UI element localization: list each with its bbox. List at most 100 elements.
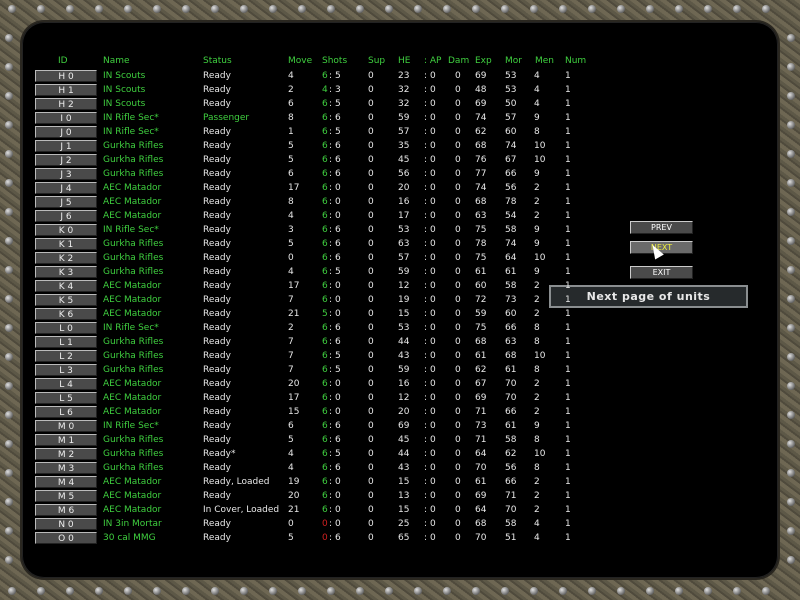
rivet-icon: [588, 5, 596, 13]
unit-move: 2: [288, 85, 294, 95]
unit-id-button[interactable]: M 0: [35, 420, 97, 432]
unit-id-button[interactable]: J 2: [35, 154, 97, 166]
unit-id-button[interactable]: J 4: [35, 182, 97, 194]
unit-id-button[interactable]: M 5: [35, 490, 97, 502]
unit-men: 9: [534, 421, 540, 431]
shots-separator: :: [329, 169, 333, 179]
unit-id-button[interactable]: J 0: [35, 126, 97, 138]
unit-id-button[interactable]: K 4: [35, 280, 97, 292]
unit-shots-fired: 6: [322, 71, 328, 81]
tooltip: Next page of units: [549, 285, 748, 308]
unit-name: IN Rifle Sec*: [103, 421, 159, 431]
unit-id-button[interactable]: M 3: [35, 462, 97, 474]
unit-he: 57: [398, 253, 410, 263]
unit-id-button[interactable]: H 2: [35, 98, 97, 110]
unit-ap: 0: [430, 449, 436, 459]
unit-id-button[interactable]: K 6: [35, 308, 97, 320]
unit-sup: 0: [368, 155, 374, 165]
unit-name: Gurkha Rifles: [103, 337, 164, 347]
unit-id-button[interactable]: N 0: [35, 518, 97, 530]
unit-status: Ready, Loaded: [203, 477, 270, 487]
unit-move: 0: [288, 519, 294, 529]
unit-he: 13: [398, 491, 410, 501]
shots-separator: :: [329, 225, 333, 235]
rivet-icon: [5, 208, 13, 216]
ap-separator: :: [424, 169, 428, 179]
header-id: ID: [58, 56, 68, 66]
unit-id-button[interactable]: K 0: [35, 224, 97, 236]
unit-he: 43: [398, 351, 410, 361]
unit-ap: 0: [430, 99, 436, 109]
ap-separator: :: [424, 309, 428, 319]
unit-shots-max: 6: [335, 239, 341, 249]
rivet-icon: [385, 5, 393, 13]
unit-id-button[interactable]: L 0: [35, 322, 97, 334]
unit-move: 5: [288, 533, 294, 543]
unit-dam: 0: [455, 99, 461, 109]
unit-id-button[interactable]: L 2: [35, 350, 97, 362]
unit-dam: 0: [455, 323, 461, 333]
unit-id-button[interactable]: M 2: [35, 448, 97, 460]
prev-button[interactable]: PREV: [630, 221, 693, 234]
shots-separator: :: [329, 449, 333, 459]
unit-dam: 0: [455, 141, 461, 151]
unit-id-button[interactable]: O 0: [35, 532, 97, 544]
unit-exp: 74: [475, 183, 487, 193]
unit-sup: 0: [368, 309, 374, 319]
unit-dam: 0: [455, 71, 461, 81]
unit-id-button[interactable]: K 1: [35, 238, 97, 250]
unit-num: 1: [565, 379, 571, 389]
unit-id-button[interactable]: M 4: [35, 476, 97, 488]
ap-separator: :: [424, 449, 428, 459]
rivet-icon: [5, 121, 13, 129]
unit-num: 1: [565, 99, 571, 109]
unit-id-button[interactable]: J 3: [35, 168, 97, 180]
header-ap: : AP: [424, 56, 442, 66]
unit-exp: 59: [475, 309, 487, 319]
unit-num: 1: [565, 253, 571, 263]
rivet-icon: [733, 587, 741, 595]
rivet-icon: [269, 587, 277, 595]
unit-shots-fired: 6: [322, 267, 328, 277]
unit-id-button[interactable]: L 4: [35, 378, 97, 390]
unit-id-button[interactable]: J 6: [35, 210, 97, 222]
ap-separator: :: [424, 393, 428, 403]
shots-separator: :: [329, 211, 333, 221]
unit-shots-max: 5: [335, 365, 341, 375]
unit-dam: 0: [455, 85, 461, 95]
shots-separator: :: [329, 295, 333, 305]
unit-id-button[interactable]: L 1: [35, 336, 97, 348]
unit-id-button[interactable]: J 5: [35, 196, 97, 208]
unit-men: 2: [534, 183, 540, 193]
unit-num: 1: [565, 309, 571, 319]
unit-id-button[interactable]: K 2: [35, 252, 97, 264]
unit-shots-fired: 0: [322, 519, 328, 529]
unit-name: IN Rifle Sec*: [103, 113, 159, 123]
unit-id-button[interactable]: L 6: [35, 406, 97, 418]
unit-shots-fired: 6: [322, 421, 328, 431]
rivet-icon: [787, 324, 795, 332]
rivet-icon: [787, 295, 795, 303]
unit-id-button[interactable]: M 1: [35, 434, 97, 446]
unit-dam: 0: [455, 225, 461, 235]
unit-id-button[interactable]: L 3: [35, 364, 97, 376]
ap-separator: :: [424, 505, 428, 515]
unit-men: 2: [534, 379, 540, 389]
unit-status: Ready: [203, 323, 231, 333]
unit-id-button[interactable]: J 1: [35, 140, 97, 152]
ap-separator: :: [424, 141, 428, 151]
unit-status: Ready: [203, 127, 231, 137]
unit-id-button[interactable]: I 0: [35, 112, 97, 124]
unit-id-button[interactable]: L 5: [35, 392, 97, 404]
unit-id-button[interactable]: M 6: [35, 504, 97, 516]
unit-shots-fired: 6: [322, 351, 328, 361]
unit-id-button[interactable]: H 1: [35, 84, 97, 96]
exit-button[interactable]: EXIT: [630, 266, 693, 279]
unit-id-button[interactable]: K 5: [35, 294, 97, 306]
unit-name: Gurkha Rifles: [103, 155, 164, 165]
unit-shots-fired: 6: [322, 379, 328, 389]
unit-id-button[interactable]: K 3: [35, 266, 97, 278]
ap-separator: :: [424, 337, 428, 347]
ap-separator: :: [424, 477, 428, 487]
unit-id-button[interactable]: H 0: [35, 70, 97, 82]
